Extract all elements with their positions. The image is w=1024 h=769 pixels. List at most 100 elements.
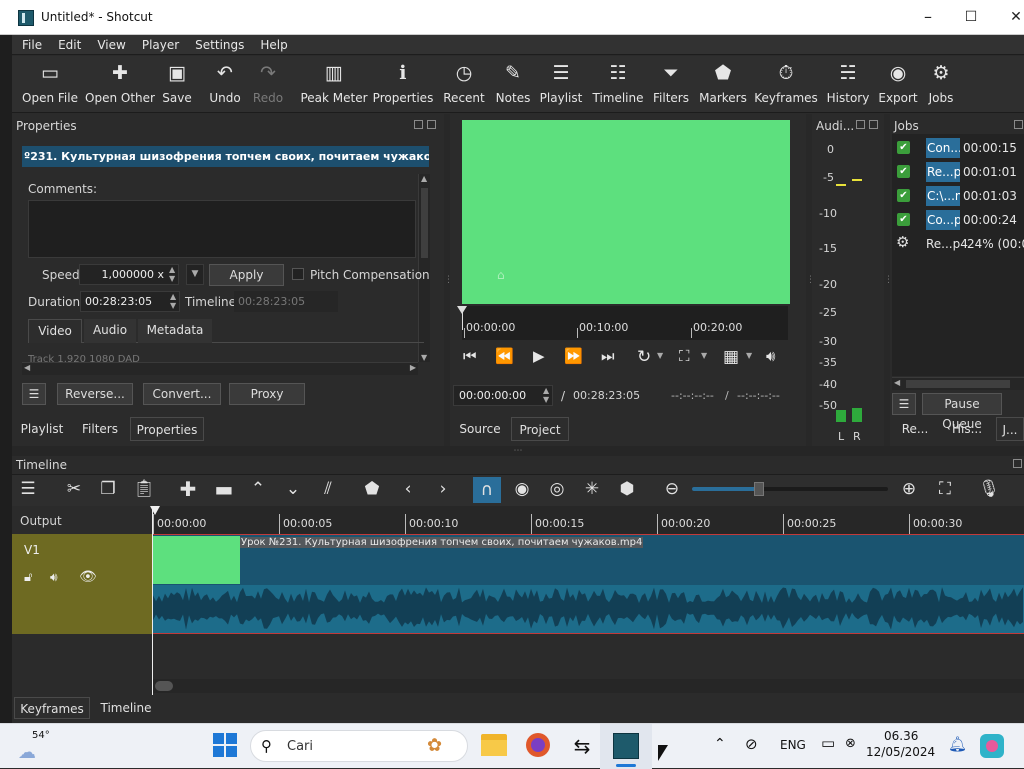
timeline-hscrollbar[interactable] bbox=[153, 679, 1024, 693]
save-button[interactable]: ▣ Save bbox=[160, 56, 194, 113]
scrub-icon[interactable]: ◉ bbox=[510, 478, 534, 500]
tab-video[interactable]: Video bbox=[28, 319, 82, 343]
overwrite-icon[interactable]: ⌄ bbox=[281, 478, 305, 500]
playlist-button[interactable]: ☰ Playlist bbox=[540, 56, 583, 113]
position-input[interactable]: 00:00:00:00 bbox=[453, 385, 553, 406]
recent-button[interactable]: ◷ Recent bbox=[442, 56, 486, 113]
zoom-slider[interactable] bbox=[692, 482, 888, 496]
skip-to-start-icon[interactable]: ⏮ bbox=[463, 347, 477, 365]
export-button[interactable]: ◉ Export bbox=[878, 56, 918, 113]
close-button[interactable]: ✕ bbox=[996, 5, 1024, 29]
convert-button[interactable]: Convert... bbox=[143, 383, 221, 405]
taskbar-search-box[interactable]: ⚲ Cari ✿ bbox=[250, 730, 468, 762]
tab-playlist[interactable]: Playlist bbox=[16, 417, 68, 441]
menu-settings[interactable]: Settings bbox=[186, 35, 251, 52]
menu-file[interactable]: File bbox=[12, 35, 49, 52]
skip-to-end-icon[interactable]: ⏭ bbox=[601, 347, 615, 365]
tab-timeline[interactable]: Timeline bbox=[96, 697, 156, 719]
tab-recent[interactable]: Re... bbox=[894, 417, 936, 441]
undo-button[interactable]: ↶ Undo bbox=[208, 56, 242, 113]
properties-menu-icon[interactable]: ☰ bbox=[22, 383, 46, 405]
hide-track-eye-icon[interactable]: 👁︎ bbox=[79, 569, 97, 585]
jobs-button[interactable]: ⚙ Jobs bbox=[926, 56, 956, 113]
zoom-icon[interactable]: ⛶ bbox=[679, 347, 690, 365]
pitch-compensation-checkbox[interactable] bbox=[292, 268, 304, 280]
tab-properties[interactable]: Properties bbox=[130, 417, 204, 441]
firefox-icon[interactable] bbox=[526, 733, 550, 757]
tab-jobs[interactable]: J... bbox=[996, 417, 1024, 441]
zoom-in-icon[interactable]: ⊕ bbox=[897, 478, 921, 500]
track-header-v1[interactable]: V1 🔓︎ 🔊︎ 👁︎ bbox=[12, 534, 153, 634]
proxy-button[interactable]: Proxy bbox=[229, 383, 305, 405]
previous-marker-icon[interactable]: ‹ bbox=[396, 478, 420, 500]
loop-icon[interactable]: ↻ bbox=[637, 347, 651, 367]
weather-widget[interactable]: 54° ☁ bbox=[18, 730, 50, 763]
copilot-icon[interactable] bbox=[980, 734, 1004, 758]
timeline-clip[interactable]: Урок №231. Культурная шизофрения топчем … bbox=[153, 534, 1024, 634]
show-hidden-icons-chevron-icon[interactable]: ⌃ bbox=[714, 736, 726, 752]
zoom-fit-icon[interactable]: ⛶ bbox=[933, 478, 957, 500]
duration-spin-icon[interactable]: ▲ ▼ bbox=[170, 292, 176, 310]
pause-queue-button[interactable]: Pause Queue bbox=[922, 393, 1002, 431]
playhead-icon[interactable] bbox=[457, 306, 467, 314]
copy-icon[interactable]: ❐ bbox=[96, 478, 120, 500]
close-panel-icon[interactable] bbox=[869, 120, 878, 129]
job-row[interactable]: ⚙ Re...p4 24% (00:0 bbox=[893, 233, 1024, 255]
fast-forward-icon[interactable]: ⏩ bbox=[564, 347, 583, 365]
markers-button[interactable]: ⬟ Markers bbox=[699, 56, 747, 113]
cut-icon[interactable]: ✂ bbox=[62, 478, 86, 500]
record-audio-icon[interactable]: 🎙︎ bbox=[977, 478, 1001, 500]
menu-edit[interactable]: Edit bbox=[49, 35, 88, 52]
zoom-slider-handle[interactable] bbox=[754, 482, 764, 496]
clock-date[interactable]: 12/05/2024 bbox=[866, 745, 935, 759]
apply-button[interactable]: Apply bbox=[209, 264, 284, 286]
app-arrows-icon[interactable]: ⇆ bbox=[569, 733, 595, 759]
menu-help[interactable]: Help bbox=[251, 35, 294, 52]
file-explorer-icon[interactable] bbox=[481, 734, 507, 756]
float-panel-icon[interactable] bbox=[1013, 459, 1022, 468]
ripple-delete-icon[interactable]: ▬ bbox=[212, 478, 236, 500]
ripple-icon[interactable]: ◎ bbox=[545, 478, 569, 500]
properties-button[interactable]: ℹ Properties bbox=[373, 56, 434, 113]
language-indicator[interactable]: ENG bbox=[780, 738, 806, 752]
close-panel-icon[interactable] bbox=[427, 120, 436, 129]
float-panel-icon[interactable] bbox=[856, 120, 865, 129]
speed-dropdown-icon[interactable]: ▼ bbox=[186, 264, 204, 285]
properties-hscrollbar[interactable]: ◀ ▶ bbox=[22, 362, 418, 375]
splitter-handle[interactable]: ⋯ bbox=[12, 446, 1024, 456]
open-other-button[interactable]: ✚ Open Other bbox=[85, 56, 155, 113]
job-row[interactable]: ✔Con...r00:00:15 bbox=[893, 137, 1024, 159]
tab-source[interactable]: Source bbox=[453, 417, 507, 441]
tab-audio[interactable]: Audio bbox=[84, 319, 136, 343]
shotcut-taskbar-button[interactable] bbox=[600, 724, 652, 769]
reverse-button[interactable]: Reverse... bbox=[57, 383, 133, 405]
open-file-button[interactable]: ▭ Open File bbox=[22, 56, 78, 113]
job-row[interactable]: ✔Co...p400:00:24 bbox=[893, 209, 1024, 231]
grid-dropdown-icon[interactable]: ▼ bbox=[746, 351, 752, 360]
menu-player[interactable]: Player bbox=[133, 35, 186, 52]
peak-meter-button[interactable]: ▥ Peak Meter bbox=[300, 56, 367, 113]
job-row[interactable]: ✔C:\...m00:01:03 bbox=[893, 185, 1024, 207]
add-marker-icon[interactable]: ⬟ bbox=[360, 478, 384, 500]
next-marker-icon[interactable]: › bbox=[431, 478, 455, 500]
loop-dropdown-icon[interactable]: ▼ bbox=[657, 351, 663, 360]
snap-icon[interactable]: ∩ bbox=[473, 477, 501, 503]
lift-icon[interactable]: ⌃ bbox=[246, 478, 270, 500]
jobs-menu-icon[interactable]: ☰ bbox=[892, 393, 916, 415]
play-icon[interactable]: ▶ bbox=[533, 347, 545, 365]
volume-icon[interactable]: 🔊︎ bbox=[766, 347, 775, 365]
ripple-markers-icon[interactable]: ⬢ bbox=[615, 478, 639, 500]
lock-icon[interactable]: 🔓︎ bbox=[24, 570, 32, 585]
menu-view[interactable]: View bbox=[88, 35, 132, 52]
keyframes-button[interactable]: ⏱ Keyframes bbox=[754, 56, 818, 113]
tab-filters[interactable]: Filters bbox=[76, 417, 124, 441]
timeline-menu-icon[interactable]: ☰ bbox=[16, 478, 40, 500]
grid-icon[interactable]: ▦ bbox=[723, 347, 739, 367]
zoom-dropdown-icon[interactable]: ▼ bbox=[701, 351, 707, 360]
history-button[interactable]: ☵ History bbox=[826, 56, 870, 113]
windows-start-icon[interactable] bbox=[213, 733, 239, 759]
volume-muted-icon[interactable]: ⊗ bbox=[845, 736, 856, 751]
redo-button[interactable]: ↷ Redo bbox=[252, 56, 284, 113]
ripple-all-tracks-icon[interactable]: ✳ bbox=[580, 478, 604, 500]
comments-textarea[interactable] bbox=[28, 200, 416, 258]
